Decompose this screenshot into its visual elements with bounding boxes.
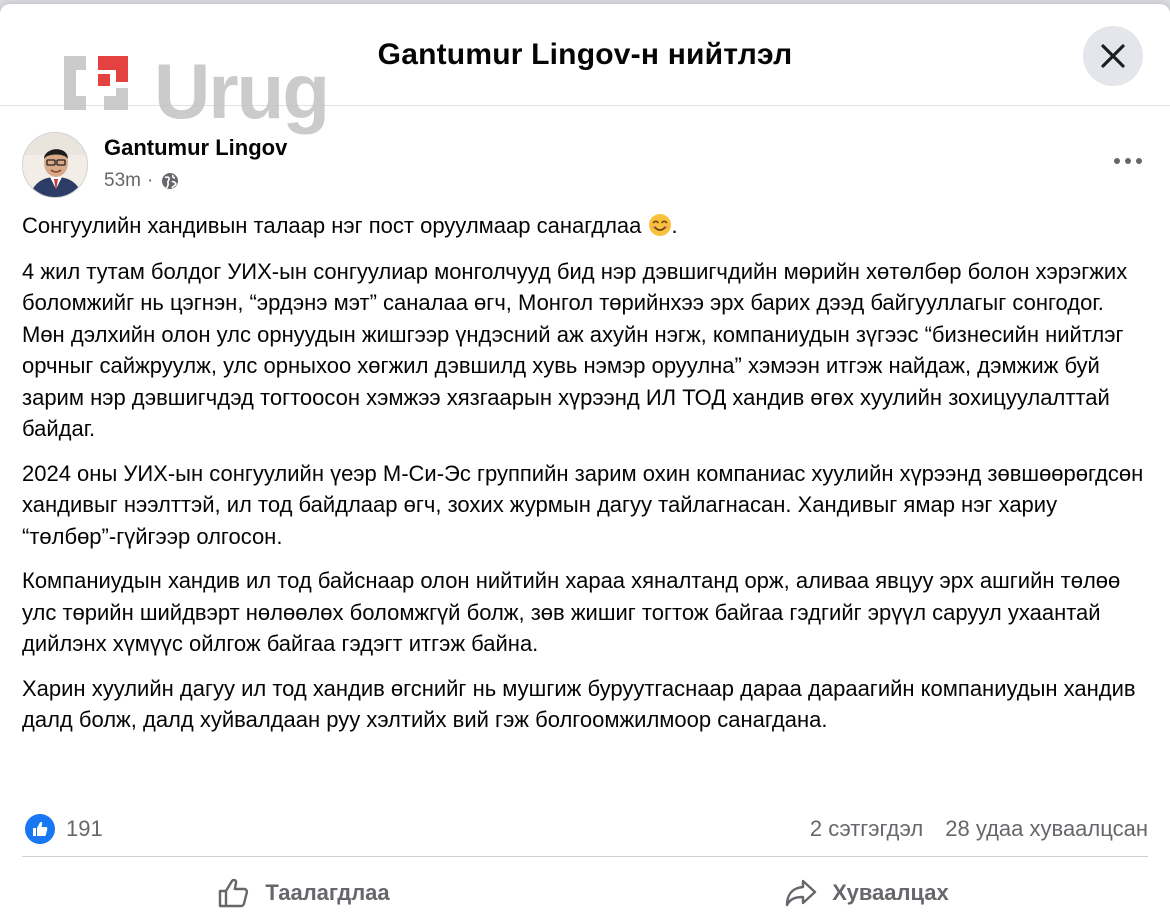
post-paragraph: Сонгуулийн хандивын талаар нэг пост оруу… [22,210,1148,242]
meta-separator: · [146,170,154,191]
more-horizontal-icon [1114,158,1142,164]
divider [22,856,1148,857]
post-paragraph: 4 жил тутам болдог УИХ-ын сонгуулиар мон… [22,258,1128,442]
post-text: Сонгуулийн хандивын талаар нэг пост оруу… [22,210,1148,749]
paragraph-suffix: . [671,213,678,238]
thumbs-up-outline-icon [219,878,249,908]
avatar-portrait-icon [23,133,87,197]
post-dialog: Gantumur Lingov-н нийтлэл Urug Gantumur … [0,4,1170,922]
post-author: Gantumur Lingov 53m · [22,132,1148,198]
share-button-label: Хуваалцах [832,880,949,905]
post-time[interactable]: 53m [104,170,141,192]
share-arrow-icon [786,879,817,907]
share-count[interactable]: 28 удаа хуваалцсан [945,816,1148,842]
post-paragraph: Компаниудын хандив ил тод байснаар олон … [22,568,1121,656]
thumbs-up-icon [33,822,48,836]
watermark-text: Urug [154,47,330,135]
globe-icon [162,173,179,189]
close-button[interactable] [1083,26,1143,86]
like-count[interactable]: 191 [66,816,103,842]
like-button-label: Таалагдлаа [265,880,390,905]
paragraph-text: Сонгуулийн хандивын талаар нэг пост оруу… [22,213,642,238]
watermark-mark-icon [64,56,128,110]
post-paragraph: Харин хуулийн дагуу ил тод хандив өгсний… [22,675,1136,733]
share-button[interactable]: Хуваалцах [585,864,1148,922]
watermark-logo: Urug [62,48,330,136]
close-icon [1101,44,1125,68]
post-actions: Таалагдлаа Хуваалцах [22,864,1148,922]
comment-count[interactable]: 2 сэтгэгдэл [810,816,923,842]
reactions-summary: 191 2 сэтгэгдэл 28 удаа хуваалцсан [22,812,1148,848]
like-reaction-badge[interactable] [25,814,55,844]
more-options-button[interactable] [1108,146,1148,176]
avatar[interactable] [22,132,88,198]
like-button[interactable]: Таалагдлаа [22,864,585,922]
post-meta: 53m · [104,170,179,192]
smiling-face-icon [648,214,671,236]
author-name[interactable]: Gantumur Lingov [104,135,287,161]
post-paragraph: 2024 оны УИХ-ын сонгуулийн үеэр М-Си-Эс … [22,460,1144,549]
engagement-stats: 2 сэтгэгдэл 28 удаа хуваалцсан [810,816,1148,842]
